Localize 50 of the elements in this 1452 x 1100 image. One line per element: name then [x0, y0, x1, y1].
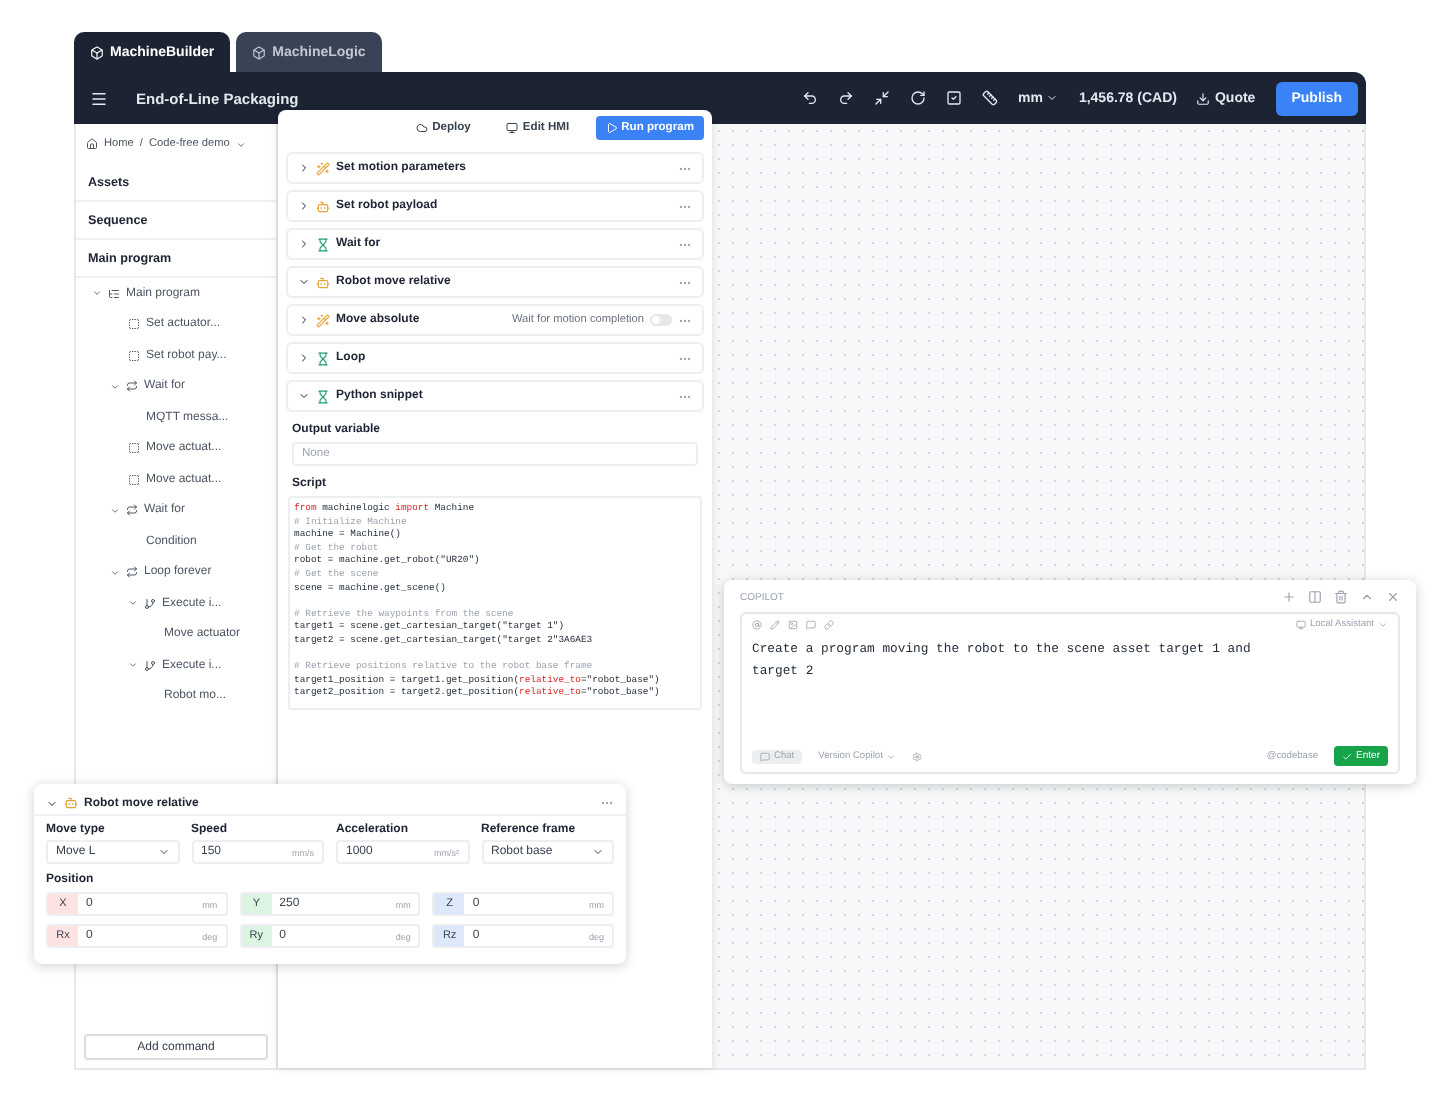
cube-icon — [90, 45, 104, 59]
ruler-icon[interactable] — [982, 90, 998, 106]
at-icon — [752, 620, 762, 630]
trash-icon[interactable] — [1334, 590, 1348, 604]
collapse-icon[interactable] — [874, 90, 890, 106]
play-icon — [605, 122, 618, 134]
rotate-icon[interactable] — [910, 90, 926, 106]
undo-icon[interactable] — [802, 90, 818, 106]
branch-icon — [144, 597, 156, 610]
loop-icon — [126, 566, 138, 579]
robot-icon — [316, 199, 330, 213]
link-icon — [824, 620, 834, 630]
chevron-icon — [886, 751, 897, 761]
close-icon[interactable] — [1386, 590, 1400, 604]
toggle-switch[interactable] — [650, 314, 672, 326]
chevron-icon — [1378, 620, 1388, 630]
wand-icon — [316, 161, 330, 175]
check-icon — [1342, 751, 1353, 761]
monitor-icon — [1296, 620, 1306, 630]
settings-icon[interactable] — [912, 751, 923, 761]
hourglass-icon — [316, 237, 330, 251]
loop-icon — [126, 504, 138, 517]
cloud-icon — [416, 122, 429, 134]
image-icon — [788, 620, 798, 630]
wand-icon — [316, 313, 330, 327]
checkbox-icon[interactable] — [946, 90, 962, 106]
split-icon[interactable] — [1308, 590, 1322, 604]
pencil-icon — [770, 620, 780, 630]
chevron-icon — [235, 139, 246, 149]
cube-icon — [252, 45, 267, 59]
branch-icon — [144, 659, 156, 672]
plus-icon[interactable] — [1282, 590, 1296, 604]
robot-icon — [316, 275, 330, 289]
hourglass-icon — [316, 389, 330, 403]
monitor-icon — [506, 122, 519, 134]
more-icon[interactable] — [600, 796, 614, 810]
home-icon — [86, 138, 98, 150]
chat-icon — [806, 620, 816, 630]
chat-icon — [760, 751, 770, 761]
menu-icon[interactable] — [90, 89, 108, 107]
loop-icon — [126, 380, 138, 393]
hourglass-icon — [316, 351, 330, 365]
chevron-icon[interactable] — [1360, 590, 1374, 604]
chevron-icon — [157, 846, 169, 858]
chevron-icon — [592, 846, 604, 858]
chevron-icon — [1046, 92, 1059, 104]
list-icon — [108, 287, 120, 300]
robot-icon — [64, 796, 78, 810]
download-icon — [1196, 91, 1211, 105]
redo-icon[interactable] — [838, 90, 854, 106]
